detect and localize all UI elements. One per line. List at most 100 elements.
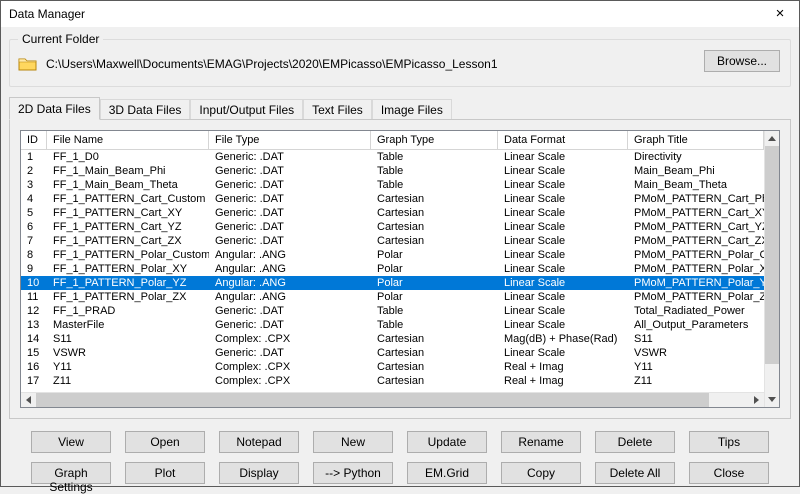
table-cell: PMoM_PATTERN_Cart_YZ [628, 220, 764, 234]
table-row[interactable]: 1FF_1_D0Generic: .DATTableLinear ScaleDi… [21, 150, 764, 164]
table-cell: Table [371, 150, 498, 164]
table-cell: Linear Scale [498, 276, 628, 290]
update-button[interactable]: Update [407, 431, 487, 453]
horizontal-scrollbar[interactable] [21, 392, 764, 407]
current-folder-path: C:\Users\Maxwell\Documents\EMAG\Projects… [46, 57, 782, 71]
view-button[interactable]: View [31, 431, 111, 453]
column-header-file-type[interactable]: File Type [209, 131, 371, 149]
table-cell: Angular: .ANG [209, 262, 371, 276]
table-row[interactable]: 16Y11Complex: .CPXCartesianReal + ImagY1… [21, 360, 764, 374]
rename-button[interactable]: Rename [501, 431, 581, 453]
tab-text-files[interactable]: Text Files [303, 99, 372, 119]
copy-button[interactable]: Copy [501, 462, 581, 484]
delete-button[interactable]: Delete [595, 431, 675, 453]
table-cell: Generic: .DAT [209, 178, 371, 192]
table-row[interactable]: 10FF_1_PATTERN_Polar_YZAngular: .ANGPola… [21, 276, 764, 290]
table-row[interactable]: 12FF_1_PRADGeneric: .DATTableLinear Scal… [21, 304, 764, 318]
display-button[interactable]: Display [219, 462, 299, 484]
table-row[interactable]: 15VSWRGeneric: .DATCartesianLinear Scale… [21, 346, 764, 360]
tab-3d-data-files[interactable]: 3D Data Files [100, 99, 191, 119]
column-header-graph-type[interactable]: Graph Type [371, 131, 498, 149]
table-cell: Linear Scale [498, 220, 628, 234]
table-row[interactable]: 3FF_1_Main_Beam_ThetaGeneric: .DATTableL… [21, 178, 764, 192]
tab-image-files[interactable]: Image Files [372, 99, 452, 119]
table-cell: Linear Scale [498, 248, 628, 262]
button-row-2: Graph Settings Plot Display --> Python E… [31, 462, 769, 484]
table-row[interactable]: 5FF_1_PATTERN_Cart_XYGeneric: .DATCartes… [21, 206, 764, 220]
scroll-left-arrow-icon[interactable] [21, 393, 36, 407]
table-row[interactable]: 11FF_1_PATTERN_Polar_ZXAngular: .ANGPola… [21, 290, 764, 304]
browse-button[interactable]: Browse... [704, 50, 780, 72]
tips-button[interactable]: Tips [689, 431, 769, 453]
table-cell: FF_1_PATTERN_Polar_ZX [47, 290, 209, 304]
table-cell: 16 [21, 360, 47, 374]
tab-input-output-files[interactable]: Input/Output Files [190, 99, 303, 119]
table-cell: 17 [21, 374, 47, 388]
close-dialog-button[interactable]: Close [689, 462, 769, 484]
table-cell: S11 [47, 332, 209, 346]
python-button[interactable]: --> Python [313, 462, 393, 484]
plot-button[interactable]: Plot [125, 462, 205, 484]
column-header-data-format[interactable]: Data Format [498, 131, 628, 149]
table-header-row: ID File Name File Type Graph Type Data F… [21, 131, 764, 150]
column-header-file-name[interactable]: File Name [47, 131, 209, 149]
table-cell: PMoM_PATTERN_Polar_Custom [628, 248, 764, 262]
table-cell: Polar [371, 262, 498, 276]
table-cell: Linear Scale [498, 304, 628, 318]
vertical-scrollbar[interactable] [764, 131, 779, 407]
table-cell: FF_1_PATTERN_Polar_Custom [47, 248, 209, 262]
new-button[interactable]: New [313, 431, 393, 453]
button-row-1: View Open Notepad New Update Rename Dele… [31, 431, 769, 453]
table-cell: 14 [21, 332, 47, 346]
table-cell: Linear Scale [498, 290, 628, 304]
table-cell: 7 [21, 234, 47, 248]
table-cell: FF_1_PATTERN_Cart_ZX [47, 234, 209, 248]
scroll-right-arrow-icon[interactable] [749, 393, 764, 407]
open-button[interactable]: Open [125, 431, 205, 453]
table-row[interactable]: 6FF_1_PATTERN_Cart_YZGeneric: .DATCartes… [21, 220, 764, 234]
em-grid-button[interactable]: EM.Grid [407, 462, 487, 484]
file-table-body: 1FF_1_D0Generic: .DATTableLinear ScaleDi… [21, 150, 764, 392]
table-cell: FF_1_PATTERN_Cart_Custom [47, 192, 209, 206]
table-cell: Linear Scale [498, 164, 628, 178]
delete-all-button[interactable]: Delete All [595, 462, 675, 484]
table-cell: 15 [21, 346, 47, 360]
column-header-graph-title[interactable]: Graph Title [628, 131, 764, 149]
table-cell: 1 [21, 150, 47, 164]
table-cell: 12 [21, 304, 47, 318]
table-cell: Z11 [628, 374, 764, 388]
close-button[interactable]: × [763, 2, 797, 26]
graph-settings-button[interactable]: Graph Settings [31, 462, 111, 484]
table-cell: 11 [21, 290, 47, 304]
vertical-scrollbar-thumb[interactable] [765, 146, 779, 364]
table-cell: Complex: .CPX [209, 360, 371, 374]
horizontal-scrollbar-thumb[interactable] [36, 393, 709, 407]
tab-bar: 2D Data Files 3D Data Files Input/Output… [9, 97, 791, 119]
table-row[interactable]: 8FF_1_PATTERN_Polar_CustomAngular: .ANGP… [21, 248, 764, 262]
table-row[interactable]: 4FF_1_PATTERN_Cart_CustomGeneric: .DATCa… [21, 192, 764, 206]
table-cell: Linear Scale [498, 318, 628, 332]
table-row[interactable]: 13MasterFileGeneric: .DATTableLinear Sca… [21, 318, 764, 332]
table-cell: Cartesian [371, 234, 498, 248]
table-cell: Generic: .DAT [209, 234, 371, 248]
scroll-down-arrow-icon[interactable] [765, 392, 779, 407]
notepad-button[interactable]: Notepad [219, 431, 299, 453]
table-row[interactable]: 9FF_1_PATTERN_Polar_XYAngular: .ANGPolar… [21, 262, 764, 276]
table-row[interactable]: 7FF_1_PATTERN_Cart_ZXGeneric: .DATCartes… [21, 234, 764, 248]
folder-icon [18, 56, 38, 72]
table-row[interactable]: 14S11Complex: .CPXCartesianMag(dB) + Pha… [21, 332, 764, 346]
table-row[interactable]: 2FF_1_Main_Beam_PhiGeneric: .DATTableLin… [21, 164, 764, 178]
scroll-up-arrow-icon[interactable] [765, 131, 779, 146]
table-cell: VSWR [628, 346, 764, 360]
current-folder-group: Current Folder C:\Users\Maxwell\Document… [9, 39, 791, 87]
table-cell: Cartesian [371, 332, 498, 346]
tab-2d-data-files[interactable]: 2D Data Files [9, 97, 100, 120]
table-row[interactable]: 17Z11Complex: .CPXCartesianReal + ImagZ1… [21, 374, 764, 388]
table-cell: Cartesian [371, 346, 498, 360]
column-header-id[interactable]: ID [21, 131, 47, 149]
table-cell: MasterFile [47, 318, 209, 332]
table-cell: 10 [21, 276, 47, 290]
table-cell: Real + Imag [498, 374, 628, 388]
table-cell: Generic: .DAT [209, 192, 371, 206]
table-cell: 4 [21, 192, 47, 206]
